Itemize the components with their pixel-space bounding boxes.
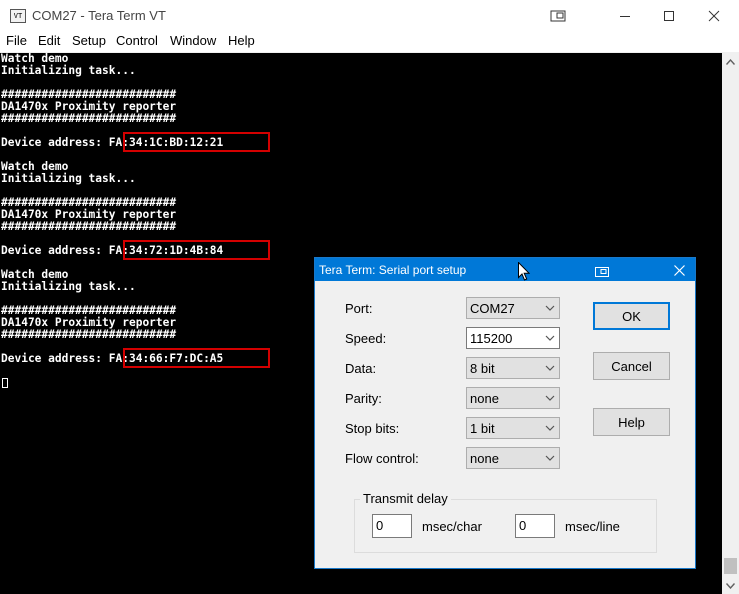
minimize-button[interactable]: [602, 0, 648, 32]
parity-label: Parity:: [345, 391, 382, 406]
dialog-close-icon[interactable]: [671, 262, 687, 278]
parity-value: none: [470, 391, 499, 406]
menu-bar: File Edit Setup Control Window Help: [0, 32, 739, 53]
flow-control-value: none: [470, 451, 499, 466]
chevron-down-icon: [545, 455, 555, 461]
menu-control[interactable]: Control: [116, 33, 158, 48]
terminal-line: Initializing task...: [1, 280, 136, 293]
chevron-down-icon: [545, 425, 555, 431]
msec-per-char-value: 0: [376, 518, 384, 533]
terminal-line: ##########################: [1, 112, 177, 125]
terminal-line: ##########################: [1, 220, 177, 233]
msec-per-char-label: msec/char: [422, 519, 482, 534]
msec-per-line-input[interactable]: 0: [515, 514, 555, 538]
parity-select[interactable]: none: [466, 387, 560, 409]
terminal-line: Initializing task...: [1, 172, 136, 185]
device-address-highlight: [123, 240, 270, 260]
flow-control-select[interactable]: none: [466, 447, 560, 469]
speed-value: 115200: [470, 331, 513, 346]
msec-per-char-input[interactable]: 0: [372, 514, 412, 538]
serial-port-setup-dialog[interactable]: Tera Term: Serial port setup Port: Speed…: [314, 257, 696, 569]
flow-control-label: Flow control:: [345, 451, 419, 466]
stop-bits-select[interactable]: 1 bit: [466, 417, 560, 439]
device-address-highlight: [123, 348, 270, 368]
port-value: COM27: [470, 301, 515, 316]
menu-setup[interactable]: Setup: [72, 33, 106, 48]
menu-help[interactable]: Help: [228, 33, 255, 48]
title-bar[interactable]: VT COM27 - Tera Term VT: [0, 0, 739, 32]
cancel-button[interactable]: Cancel: [593, 352, 670, 380]
port-label: Port:: [345, 301, 373, 316]
dialog-title: Tera Term: Serial port setup: [319, 263, 467, 277]
scroll-down-icon[interactable]: [722, 577, 739, 594]
data-select[interactable]: 8 bit: [466, 357, 560, 379]
msec-per-line-label: msec/line: [565, 519, 620, 534]
speed-label: Speed:: [345, 331, 387, 346]
menu-edit[interactable]: Edit: [38, 33, 60, 48]
speed-combo[interactable]: 115200: [466, 327, 560, 349]
chevron-down-icon: [545, 335, 555, 341]
chevron-down-icon: [545, 365, 555, 371]
close-button[interactable]: [691, 0, 737, 32]
ok-button[interactable]: OK: [593, 302, 670, 330]
window-title: COM27 - Tera Term VT: [32, 8, 166, 23]
maximize-button[interactable]: [646, 0, 692, 32]
transmit-delay-label: Transmit delay: [360, 491, 451, 506]
restore-window-icon[interactable]: [595, 264, 609, 277]
data-label: Data:: [345, 361, 377, 376]
data-value: 8 bit: [470, 361, 495, 376]
stop-bits-value: 1 bit: [470, 421, 495, 436]
chevron-down-icon: [545, 305, 555, 311]
mouse-pointer-icon: [518, 262, 530, 281]
device-address-highlight: [123, 132, 270, 152]
scroll-up-icon[interactable]: [722, 53, 739, 70]
restore-window-icon[interactable]: [535, 0, 581, 32]
chevron-down-icon: [545, 395, 555, 401]
vertical-scrollbar[interactable]: [722, 53, 739, 594]
dialog-title-bar[interactable]: Tera Term: Serial port setup: [315, 258, 695, 281]
terminal-line: Initializing task...: [1, 64, 136, 77]
tera-term-app-icon[interactable]: VT: [10, 9, 26, 23]
terminal-cursor: [2, 378, 8, 388]
menu-file[interactable]: File: [6, 33, 27, 48]
menu-window[interactable]: Window: [170, 33, 216, 48]
port-select[interactable]: COM27: [466, 297, 560, 319]
terminal-line: ##########################: [1, 328, 177, 341]
help-button[interactable]: Help: [593, 408, 670, 436]
msec-per-line-value: 0: [519, 518, 527, 533]
scrollbar-thumb[interactable]: [724, 558, 737, 574]
stop-bits-label: Stop bits:: [345, 421, 400, 436]
